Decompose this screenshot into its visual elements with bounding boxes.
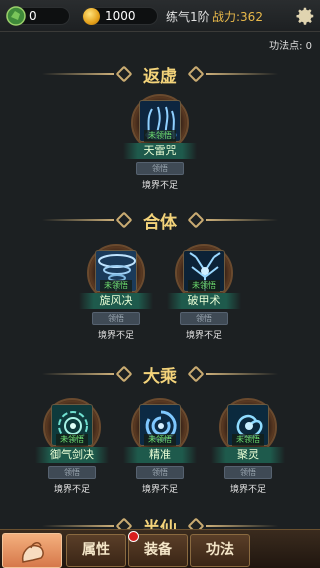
locked-badge: 未领悟 — [144, 434, 176, 446]
divider-line — [206, 373, 278, 375]
requirement-text: 境界不足 — [141, 181, 178, 191]
skill-name: 破甲术 — [187, 294, 221, 307]
locked-badge: 未领悟 — [144, 130, 176, 142]
requirement-text: 境界不足 — [53, 485, 90, 495]
skill-name-band: 天雷咒 — [123, 143, 197, 159]
skill-name-band: 破甲术 — [167, 293, 241, 309]
divider-line — [206, 73, 278, 75]
comprehend-button[interactable]: 领悟 — [180, 312, 228, 325]
tier-header-fanxu: 返虚 — [0, 62, 320, 87]
skill-card[interactable]: 未领悟 御气剑决 领悟 境界不足 — [32, 398, 112, 516]
tier-header-dacheng: 大乘 — [0, 362, 320, 387]
top-bar: 0 1000 练气1阶 战力:362 — [0, 0, 320, 32]
skill-name-band: 御气剑决 — [35, 447, 109, 463]
locked-badge: 未领悟 — [56, 434, 88, 446]
skill-name-band: 精准 — [123, 447, 197, 463]
gear-icon[interactable] — [294, 5, 316, 27]
skills-tab[interactable]: 功法 — [190, 534, 250, 567]
jade-value: 0 — [29, 9, 37, 23]
combat-power: 战力:362 — [212, 10, 263, 24]
divider-line — [206, 219, 278, 221]
skill-name: 天雷咒 — [143, 144, 177, 157]
skill-name-band: 聚灵 — [211, 447, 285, 463]
locked-badge: 未领悟 — [100, 280, 132, 292]
gold-resource[interactable]: 1000 — [82, 7, 158, 25]
skill-card[interactable]: 未领悟 天雷咒 领悟 境界不足 — [120, 94, 200, 212]
skill-card[interactable]: 未领悟 聚灵 领悟 境界不足 — [208, 398, 288, 516]
home-button[interactable] — [2, 533, 62, 568]
requirement-text: 境界不足 — [97, 331, 134, 341]
gold-value: 1000 — [105, 9, 136, 23]
requirement-text: 境界不足 — [185, 331, 222, 341]
comprehend-button[interactable]: 领悟 — [48, 466, 96, 479]
attributes-tab[interactable]: 属性 — [66, 534, 126, 567]
divider-line — [206, 525, 278, 527]
skill-name: 旋风决 — [99, 294, 133, 307]
comprehend-button[interactable]: 领悟 — [136, 466, 184, 479]
jade-stone-icon — [6, 6, 26, 26]
skill-name: 聚灵 — [237, 448, 259, 461]
requirement-text: 境界不足 — [141, 485, 178, 495]
skill-card[interactable]: 未领悟 精准 领悟 境界不足 — [120, 398, 200, 516]
tier-header-heti: 合体 — [0, 208, 320, 233]
locked-badge: 未领悟 — [232, 434, 264, 446]
jade-resource[interactable]: 0 — [6, 6, 70, 26]
skill-name: 御气剑决 — [50, 448, 94, 461]
skill-name-band: 旋风决 — [79, 293, 153, 309]
comprehend-button[interactable]: 领悟 — [136, 162, 184, 175]
home-hand-icon — [21, 542, 44, 563]
comprehend-button[interactable]: 领悟 — [92, 312, 140, 325]
requirement-text: 境界不足 — [229, 485, 266, 495]
red-dot-icon — [128, 531, 139, 542]
skill-card[interactable]: 未领悟 旋风决 领悟 境界不足 — [76, 244, 156, 362]
realm-level: 练气1阶 — [166, 10, 210, 24]
gold-coin-icon — [83, 8, 100, 25]
comprehend-button[interactable]: 领悟 — [224, 466, 272, 479]
bottom-nav: 属性 装备 功法 — [0, 529, 320, 568]
skill-points: 功法点: 0 — [269, 41, 312, 52]
skill-card[interactable]: 未领悟 破甲术 领悟 境界不足 — [164, 244, 244, 362]
skill-name: 精准 — [149, 448, 171, 461]
locked-badge: 未领悟 — [188, 280, 220, 292]
